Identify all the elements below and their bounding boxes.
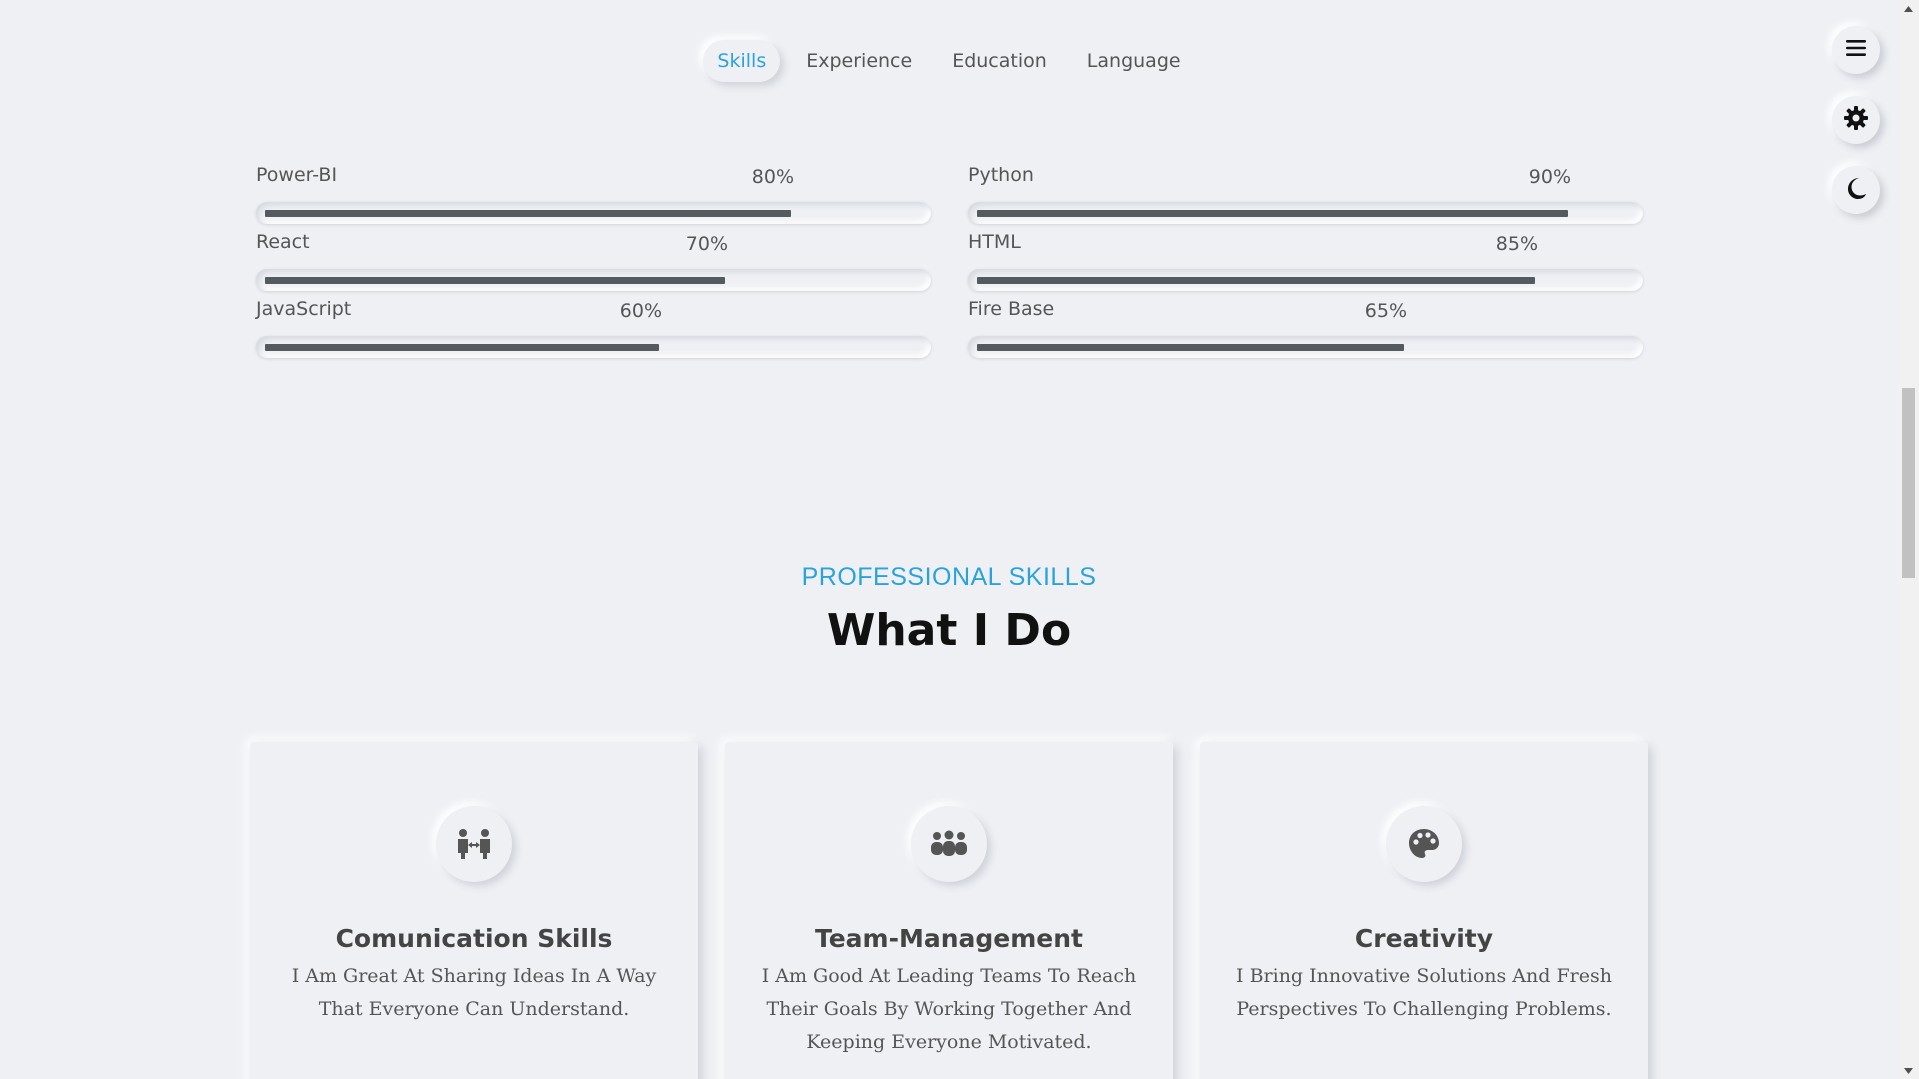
skill-track — [256, 202, 931, 224]
card-text: I Am Good At Leading Teams To Reach Thei… — [761, 965, 1137, 1053]
skill-bars: Power-BI 80% Python 90% React 70% HTML 8… — [256, 160, 1643, 361]
service-card: Team-Management I Am Good At Leading Tea… — [725, 742, 1173, 1079]
skill-name: Python — [968, 164, 1034, 186]
skill-item: Power-BI 80% — [256, 160, 931, 227]
skill-percent: 70% — [685, 233, 728, 255]
skill-track — [256, 269, 931, 291]
menu-icon — [1846, 39, 1866, 62]
skill-track — [968, 336, 1643, 358]
scroll-up-arrow-icon[interactable] — [1898, 0, 1919, 17]
page: Skills Experience Education Language Pow… — [0, 0, 1919, 1079]
skill-fill — [265, 210, 791, 217]
people-group-icon — [911, 806, 987, 882]
skill-fill — [977, 210, 1568, 217]
scroll-down-arrow-icon[interactable] — [1898, 1062, 1919, 1079]
skill-name: React — [256, 231, 310, 253]
skill-fill — [977, 344, 1404, 351]
skill-fill — [265, 344, 659, 351]
settings-button[interactable] — [1832, 96, 1880, 144]
gear-icon — [1843, 105, 1869, 136]
skill-item: Fire Base 65% — [968, 294, 1643, 361]
skills-tabs: Skills Experience Education Language — [0, 40, 1898, 82]
service-cards: Comunication Skills I Am Great At Sharin… — [250, 742, 1648, 1079]
tab-skills[interactable]: Skills — [703, 40, 781, 82]
skill-fill — [265, 277, 725, 284]
card-text: I Am Great At Sharing Ideas In A Way Tha… — [291, 965, 657, 1020]
tab-language[interactable]: Language — [1073, 40, 1195, 82]
palette-icon — [1386, 806, 1462, 882]
section-title: What I Do — [826, 605, 1072, 656]
card-title: Comunication Skills — [335, 924, 613, 953]
service-card: Comunication Skills I Am Great At Sharin… — [250, 742, 698, 1079]
card-title: Team-Management — [814, 924, 1083, 953]
skill-item: Python 90% — [968, 160, 1643, 227]
skill-item: React 70% — [256, 227, 931, 294]
service-card: Creativity I Bring Innovative Solutions … — [1200, 742, 1648, 1079]
skill-percent: 80% — [751, 166, 794, 188]
skill-name: Fire Base — [968, 298, 1055, 320]
skill-name: Power-BI — [256, 164, 338, 186]
skill-track — [968, 202, 1643, 224]
skill-percent: 65% — [1364, 300, 1407, 322]
scroll-thumb[interactable] — [1902, 388, 1915, 578]
people-arrows-icon — [436, 806, 512, 882]
skill-name: JavaScript — [256, 298, 352, 320]
theme-toggle-button[interactable] — [1832, 166, 1880, 214]
skill-fill — [977, 277, 1535, 284]
skill-percent: 90% — [1528, 166, 1571, 188]
section-kicker: PROFESSIONAL SKILLS — [801, 563, 1097, 591]
tab-education[interactable]: Education — [938, 40, 1061, 82]
skill-percent: 85% — [1495, 233, 1538, 255]
tab-experience[interactable]: Experience — [792, 40, 926, 82]
skill-percent: 60% — [619, 300, 662, 322]
card-text: I Bring Innovative Solutions And Fresh P… — [1236, 965, 1612, 1020]
skill-item: HTML 85% — [968, 227, 1643, 294]
page-scrollbar[interactable] — [1898, 0, 1919, 1079]
menu-button[interactable] — [1832, 26, 1880, 74]
skill-track — [968, 269, 1643, 291]
skill-track — [256, 336, 931, 358]
skill-name: HTML — [968, 231, 1021, 253]
card-title: Creativity — [1354, 924, 1494, 953]
skill-item: JavaScript 60% — [256, 294, 931, 361]
moon-icon — [1844, 176, 1868, 205]
